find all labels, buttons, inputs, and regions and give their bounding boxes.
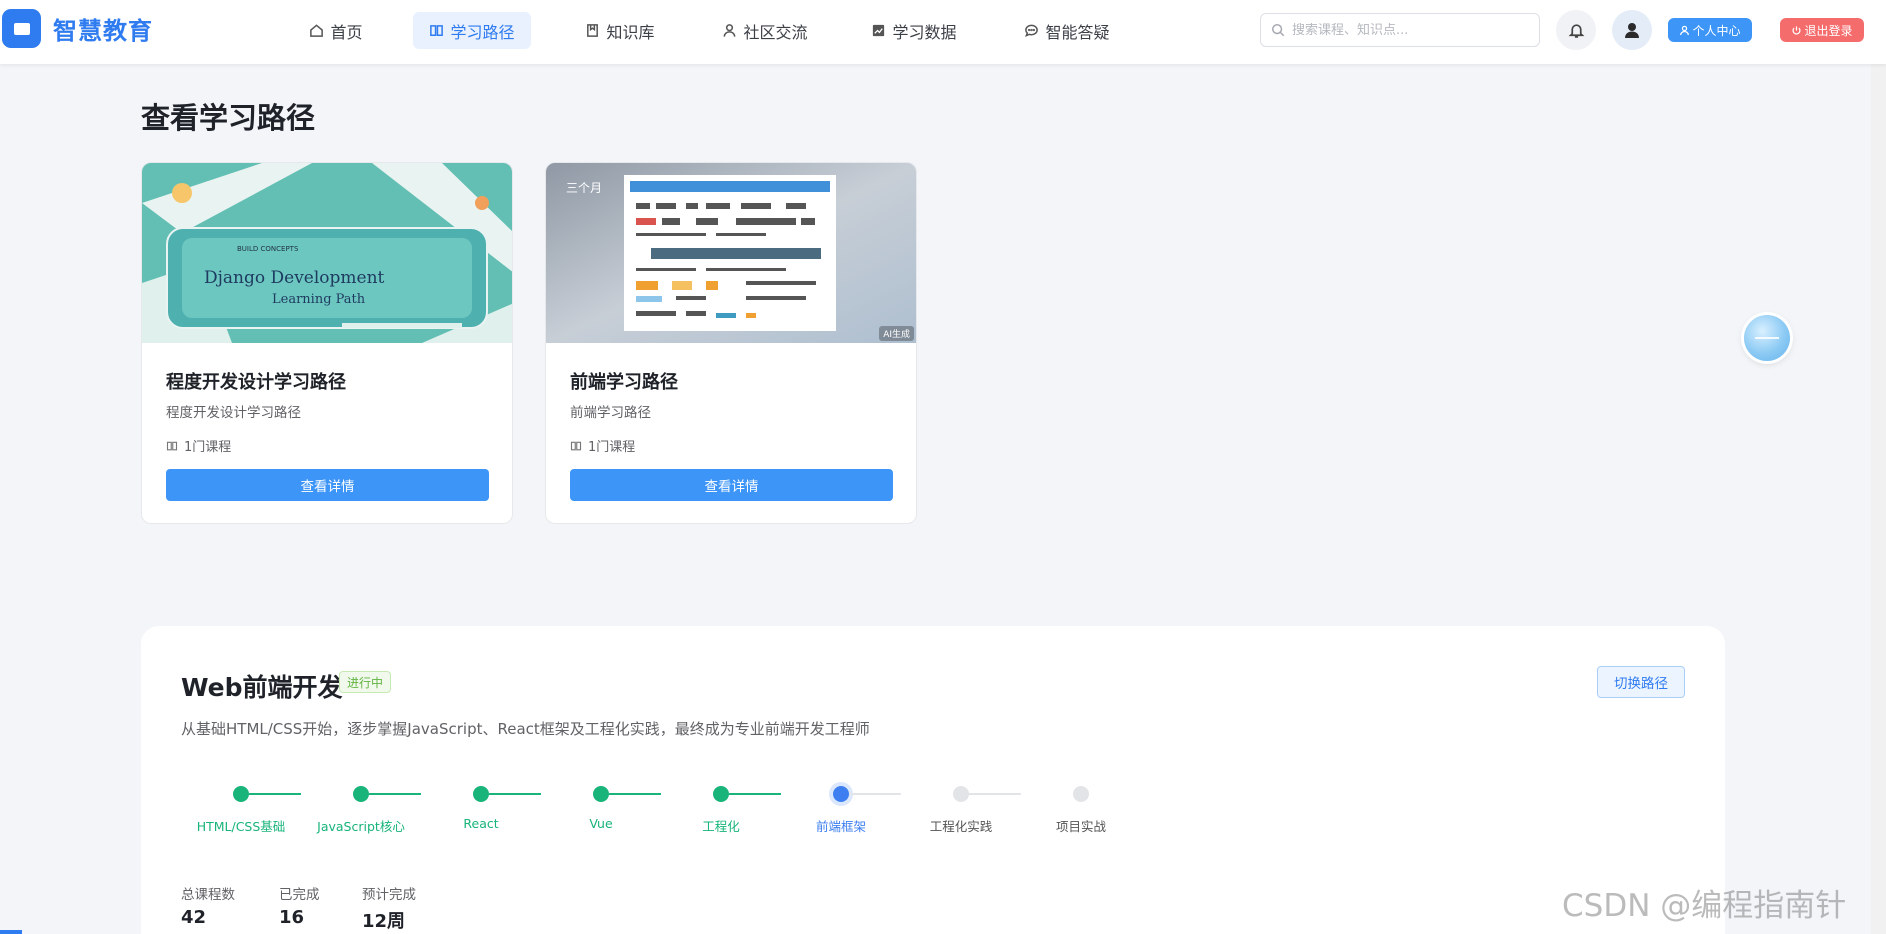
brand-logo-icon bbox=[2, 9, 41, 48]
user-avatar-icon bbox=[1625, 23, 1639, 38]
switch-path-button[interactable]: 切换路径 bbox=[1597, 666, 1685, 698]
nav-item-ai-qa[interactable]: 智能答疑 bbox=[1006, 12, 1128, 49]
search-icon bbox=[1271, 23, 1285, 37]
nav-item-label: 社区交流 bbox=[743, 22, 808, 42]
bookmark-book-icon bbox=[587, 24, 599, 37]
stat-eta-label: 预计完成 bbox=[362, 887, 416, 903]
step-marker-3[interactable] bbox=[473, 786, 489, 802]
card-description: 程度开发设计学习路径 bbox=[166, 405, 301, 421]
step-connector bbox=[849, 793, 901, 795]
course-count-label: 1门课程 bbox=[184, 440, 232, 455]
step-label[interactable]: 工程化实践 bbox=[901, 816, 1021, 835]
step-marker-8[interactable] bbox=[1073, 786, 1089, 802]
card-title: 前端学习路径 bbox=[570, 372, 678, 393]
stat-total-label: 总课程数 bbox=[181, 887, 235, 903]
book-open-icon bbox=[570, 441, 582, 450]
user-icon bbox=[1680, 25, 1690, 35]
nav-item-learning-path[interactable]: 学习路径 bbox=[413, 12, 531, 49]
cover-text-line-2: Learning Path bbox=[272, 292, 366, 307]
step-connector bbox=[969, 793, 1021, 795]
user-icon bbox=[724, 24, 736, 37]
search-box bbox=[1260, 13, 1540, 47]
nav-item-label: 学习路径 bbox=[450, 22, 515, 42]
step-marker-4[interactable] bbox=[593, 786, 609, 802]
step-label[interactable]: 工程化 bbox=[661, 816, 781, 835]
step-marker-7[interactable] bbox=[953, 786, 969, 802]
path-cover-image: 三个月 AI生成 bbox=[546, 163, 916, 343]
step-label[interactable]: 项目实战 bbox=[1021, 816, 1141, 835]
nav-item-label: 知识库 bbox=[606, 22, 655, 42]
path-title: Web前端开发 bbox=[181, 673, 343, 702]
current-path-panel: Web前端开发 进行中 切换路径 从基础HTML/CSS开始，逐步掌握JavaS… bbox=[141, 626, 1725, 934]
path-cover-image: BUILD CONCEPTS Django Development Learni… bbox=[142, 163, 512, 343]
card-course-count: 1门课程 bbox=[570, 436, 635, 455]
logout-button[interactable]: 退出登录 bbox=[1780, 18, 1864, 42]
book-open-icon bbox=[166, 441, 178, 450]
chart-icon bbox=[873, 24, 885, 37]
card-description: 前端学习路径 bbox=[570, 405, 651, 421]
step-marker-1[interactable] bbox=[233, 786, 249, 802]
step-label[interactable]: JavaScript核心 bbox=[301, 816, 421, 835]
nav-item-home[interactable]: 首页 bbox=[300, 12, 372, 49]
status-badge: 进行中 bbox=[339, 671, 392, 693]
view-details-button[interactable]: 查看详情 bbox=[570, 469, 893, 501]
power-icon bbox=[1792, 25, 1802, 35]
chat-bubble-icon bbox=[1025, 24, 1039, 38]
duration-tag: 三个月 bbox=[566, 181, 602, 195]
step-marker-5[interactable] bbox=[713, 786, 729, 802]
step-connector bbox=[249, 793, 301, 795]
step-label[interactable]: 前端框架 bbox=[781, 816, 901, 835]
brand[interactable]: 智慧教育 bbox=[2, 9, 153, 48]
view-details-button[interactable]: 查看详情 bbox=[166, 469, 489, 501]
nav-item-label: 学习数据 bbox=[892, 22, 957, 42]
book-open-icon bbox=[430, 25, 444, 36]
stat-total-value: 42 bbox=[181, 907, 207, 928]
profile-center-button[interactable]: 个人中心 bbox=[1668, 18, 1752, 42]
step-connector bbox=[489, 793, 541, 795]
logout-label: 退出登录 bbox=[1804, 23, 1853, 38]
home-icon bbox=[310, 24, 324, 37]
brand-name: 智慧教育 bbox=[53, 17, 153, 45]
stat-completed-value: 16 bbox=[279, 907, 305, 928]
svg-text:BUILD CONCEPTS: BUILD CONCEPTS bbox=[237, 245, 299, 253]
nav-item-learning-data[interactable]: 学习数据 bbox=[853, 12, 975, 49]
page-title: 查看学习路径 bbox=[141, 101, 316, 135]
stat-completed-label: 已完成 bbox=[279, 887, 320, 903]
nav-item-knowledge-base[interactable]: 知识库 bbox=[570, 12, 670, 49]
path-card[interactable]: 三个月 AI生成 前端学习路径 前端学习路径 1门课程 查看详情 bbox=[545, 162, 917, 524]
step-connector bbox=[609, 793, 661, 795]
avatar[interactable] bbox=[1612, 10, 1652, 50]
step-marker-6[interactable] bbox=[833, 786, 849, 802]
bell-icon bbox=[1568, 23, 1584, 38]
notifications-button[interactable] bbox=[1556, 10, 1596, 50]
top-navigation-bar: 智慧教育 首页 学习路径 知识库 社区交流 学习数据 智能答疑 搜索课程、知识点… bbox=[0, 0, 1886, 64]
search-input[interactable] bbox=[1292, 22, 1532, 38]
bottom-accent-bar bbox=[0, 930, 22, 934]
step-label[interactable]: Vue bbox=[541, 816, 661, 831]
path-card[interactable]: BUILD CONCEPTS Django Development Learni… bbox=[141, 162, 513, 524]
stat-eta-value: 12周 bbox=[362, 911, 406, 932]
course-count-label: 1门课程 bbox=[588, 440, 636, 455]
card-title: 程度开发设计学习路径 bbox=[166, 372, 346, 393]
path-description: 从基础HTML/CSS开始，逐步掌握JavaScript、React框架及工程化… bbox=[181, 720, 870, 738]
assistant-icon bbox=[1755, 337, 1779, 339]
ai-generated-badge: AI生成 bbox=[879, 326, 914, 341]
step-connector bbox=[369, 793, 421, 795]
step-label[interactable]: React bbox=[421, 816, 541, 831]
step-marker-2[interactable] bbox=[353, 786, 369, 802]
nav-item-label: 智能答疑 bbox=[1045, 22, 1110, 42]
page-scrollbar[interactable] bbox=[1871, 0, 1886, 934]
floating-assistant-button[interactable] bbox=[1744, 315, 1790, 361]
watermark: CSDN @编程指南针 bbox=[1562, 888, 1847, 924]
step-label[interactable]: HTML/CSS基础 bbox=[181, 816, 301, 835]
profile-center-label: 个人中心 bbox=[1692, 23, 1741, 38]
cover-text-line-1: Django Development bbox=[204, 268, 385, 288]
nav-item-label: 首页 bbox=[330, 22, 363, 42]
nav-item-community[interactable]: 社区交流 bbox=[705, 12, 825, 49]
step-connector bbox=[729, 793, 781, 795]
card-course-count: 1门课程 bbox=[166, 436, 231, 455]
